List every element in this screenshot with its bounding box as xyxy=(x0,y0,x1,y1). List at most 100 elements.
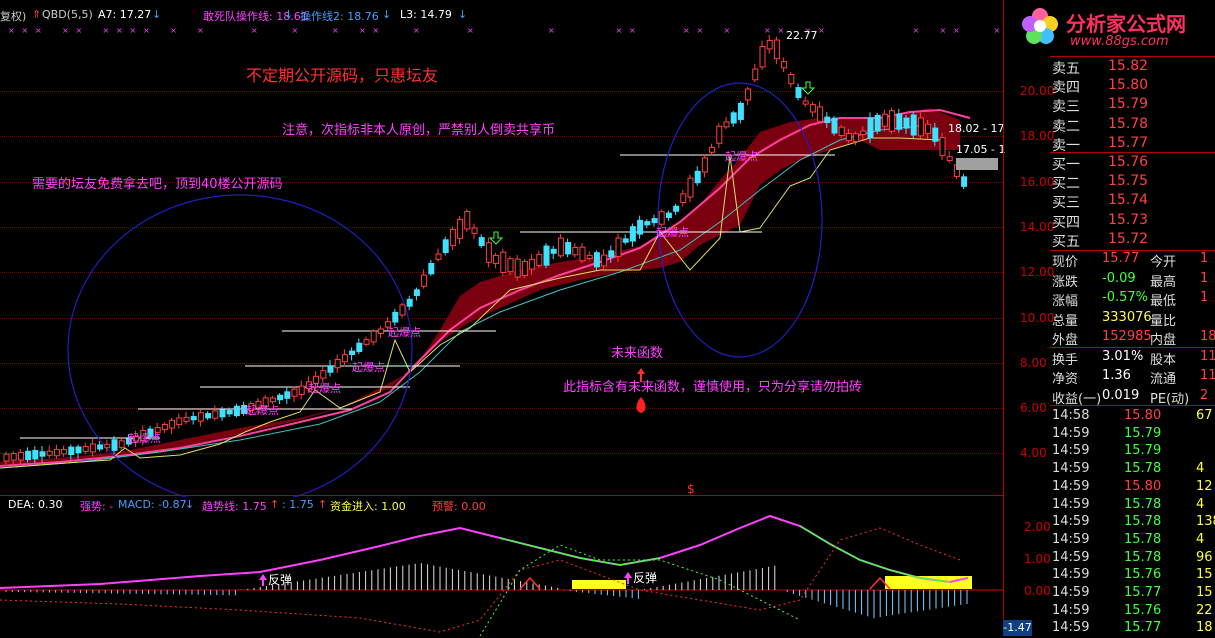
candle-body xyxy=(629,226,636,242)
order-book-row[interactable]: 卖五 15.82 xyxy=(1050,58,1215,77)
down-arrow-icon: ↓ xyxy=(152,8,162,21)
burst-point-label: 起爆点 xyxy=(246,404,279,417)
candle xyxy=(183,411,190,425)
signal-x-marker: × xyxy=(629,26,636,35)
candle-body xyxy=(658,211,665,225)
candle xyxy=(334,354,341,373)
tick-volume: 18 xyxy=(1196,620,1213,636)
candle-body xyxy=(161,423,168,431)
order-book-row[interactable]: 卖四 15.80 xyxy=(1050,77,1215,96)
candle-body xyxy=(601,254,608,267)
candle xyxy=(53,444,60,459)
tick-time: 14:59 xyxy=(1052,443,1090,459)
tick-time: 14:59 xyxy=(1052,496,1090,512)
quote-row: 涨跌 -0.09 最高 1 xyxy=(1050,271,1215,290)
signal-x-marker: × xyxy=(143,26,150,35)
candle xyxy=(169,417,176,434)
candle-body xyxy=(781,61,788,69)
candle-body xyxy=(896,113,903,130)
order-book-row[interactable]: 卖三 15.79 xyxy=(1050,96,1215,115)
candle xyxy=(341,349,348,367)
candle xyxy=(356,338,363,355)
candle xyxy=(853,131,860,146)
candle xyxy=(572,243,579,258)
macd-histogram xyxy=(5,563,968,619)
order-book-row[interactable]: 卖一 15.77 xyxy=(1050,135,1215,154)
order-book-row[interactable]: 买五 15.72 xyxy=(1050,231,1215,250)
quote-label: 涨跌 xyxy=(1052,274,1079,290)
bounce-label: 反弹 xyxy=(268,573,293,587)
candle-body xyxy=(97,444,104,450)
candle xyxy=(212,405,219,421)
quote-row: 涨幅 -0.57% 最低 1 xyxy=(1050,290,1215,309)
candle-body xyxy=(867,117,874,139)
candle-body xyxy=(572,246,579,256)
order-book-row[interactable]: 买三 15.74 xyxy=(1050,192,1215,211)
quote-label: 总量 xyxy=(1052,313,1079,329)
down-arrow-icon xyxy=(488,231,504,245)
chart-axis-divider xyxy=(1003,0,1004,636)
candle-body xyxy=(449,228,456,247)
sub-dea: DEA: 0.30 xyxy=(8,498,63,511)
candle xyxy=(716,123,723,149)
candle-body xyxy=(802,100,809,105)
tick-row: 14:59 15.79 xyxy=(1050,443,1215,461)
signal-x-marker: × xyxy=(332,26,339,35)
candle-body xyxy=(442,239,449,253)
candlestick-chart[interactable]: × × × × × × × × × × × × × × × × × × × × × × × × × × × × × × × × xyxy=(0,22,1003,497)
candle-body xyxy=(219,409,226,418)
candle-body xyxy=(500,251,507,273)
candle-body xyxy=(831,117,838,134)
candle xyxy=(694,166,701,186)
candle xyxy=(377,326,384,339)
candle xyxy=(46,445,53,459)
candle-body xyxy=(370,330,377,343)
candle xyxy=(363,336,370,347)
candle xyxy=(557,233,564,259)
price-tick: 8.00 xyxy=(1020,356,1047,370)
order-book-row[interactable]: 卖二 15.78 xyxy=(1050,116,1215,135)
tick-time: 14:59 xyxy=(1052,531,1090,547)
candle-body xyxy=(406,298,413,307)
candle-body xyxy=(565,242,572,255)
quote-label: PE(动) xyxy=(1150,391,1190,407)
header-a7: A7: 17.27 xyxy=(98,8,152,21)
candle-body xyxy=(579,246,586,262)
signal-x-marker: × xyxy=(953,26,960,35)
tick-price: 15.79 xyxy=(1124,425,1162,441)
sub-trend2: : 1.75 xyxy=(282,498,314,511)
candle-body xyxy=(730,112,737,124)
signal-x-marker: × xyxy=(62,26,69,35)
macd-current-tag: -1.47 xyxy=(1003,620,1032,636)
signal-x-marker: × xyxy=(764,26,771,35)
drop-marker-icon xyxy=(636,397,646,413)
candle-body xyxy=(593,252,600,268)
candle-body xyxy=(615,237,622,257)
candle-body xyxy=(89,443,96,453)
order-book-row[interactable]: 买一 15.76 xyxy=(1050,154,1215,173)
order-book-row[interactable]: 买二 15.75 xyxy=(1050,173,1215,192)
quote-value: 1 xyxy=(1200,270,1209,286)
candle-body xyxy=(536,253,543,266)
candle xyxy=(161,422,168,434)
candle-body xyxy=(917,117,924,137)
quote-value: 11 xyxy=(1200,368,1215,383)
quote-value: 0.019 xyxy=(1102,387,1140,403)
order-book-price: 15.73 xyxy=(1108,211,1149,228)
order-book-price: 15.77 xyxy=(1108,134,1149,151)
quote-label: 换手 xyxy=(1052,352,1079,368)
future-function-label: 未来函数 xyxy=(611,346,664,361)
candle-body xyxy=(291,388,298,397)
candle-body xyxy=(910,114,917,136)
bounce-label: 反弹 xyxy=(633,571,658,585)
candle xyxy=(795,83,802,101)
candle-body xyxy=(82,445,89,452)
candle xyxy=(745,86,752,106)
candle-body xyxy=(766,39,773,50)
candle-body xyxy=(104,443,111,449)
order-book-row[interactable]: 买四 15.73 xyxy=(1050,212,1215,231)
ribbon-band xyxy=(0,108,960,466)
up-arrow-icon: ↑ xyxy=(318,498,328,511)
candle xyxy=(543,243,550,269)
candle-body xyxy=(788,73,795,85)
